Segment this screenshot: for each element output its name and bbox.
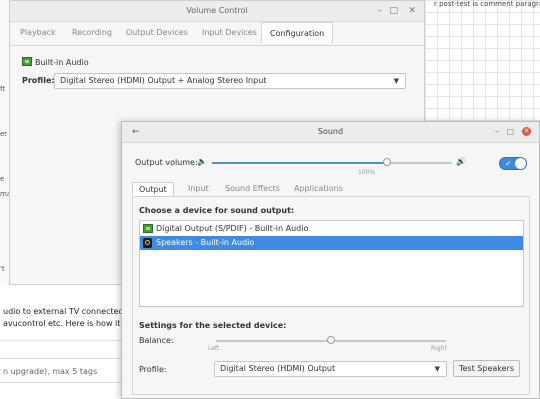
sound-window: ← Sound – □ ✕ Output volume: 🔈 100% 🔊 ✓ … [121,121,540,399]
background-fragment: er [0,130,8,138]
volume-control-titlebar[interactable]: Volume Control – □ ✕ [10,1,424,22]
tab-recording[interactable]: Recording [72,28,112,37]
balance-right-label: Right [431,345,447,352]
sound-title: Sound [317,127,344,136]
list-item[interactable]: Speakers - Built-in Audio [140,236,523,250]
balance-knob[interactable] [327,336,335,344]
background-divider [0,340,125,341]
output-volume-label: Output volume: [135,158,198,167]
sound-titlebar[interactable]: ← Sound – □ ✕ [122,122,539,143]
output-volume-fill [212,162,388,164]
device-profile-label: Profile: [139,365,167,374]
background-page-content: udio to external TV connected v avucontr… [0,285,131,399]
back-arrow-icon[interactable]: ← [132,122,140,142]
audio-card-icon [143,224,153,233]
volume-control-title: Volume Control [186,6,248,15]
minimize-icon[interactable]: – [495,122,499,142]
audio-card-icon [22,57,32,66]
device-profile-value: Digital Stereo (HDMI) Output [220,364,336,373]
speaker-icon [143,238,152,248]
output-panel: Choose a device for sound output: Digita… [132,196,530,395]
tab-applications[interactable]: Applications [294,184,343,193]
card-name: Built-in Audio [35,58,89,67]
profile-select[interactable]: Digital Stereo (HDMI) Output + Analog St… [54,73,406,89]
device-list: Digital Output (S/PDIF) - Built-in Audio… [139,220,524,307]
list-item[interactable]: Digital Output (S/PDIF) - Built-in Audio [140,222,523,236]
background-divider [0,358,125,359]
background-fragment: ft [0,85,6,93]
minimize-icon[interactable]: – [378,1,383,21]
maximize-icon[interactable]: □ [389,1,398,21]
background-divider [0,382,125,383]
device-name: Speakers - Built-in Audio [156,238,255,247]
profile-label: Profile: [22,76,55,85]
background-question-line: avucontrol etc. Here is how it lo [3,319,131,328]
close-icon[interactable]: ✕ [408,1,416,21]
tab-configuration[interactable]: Configuration [261,22,334,44]
volume-high-icon: 🔊 [456,157,466,166]
choose-device-label: Choose a device for sound output: [139,206,295,215]
check-icon: ✓ [505,159,512,168]
balance-left-label: Left [208,345,220,352]
tab-playback[interactable]: Playback [20,28,56,37]
background-fragment: 't [0,265,5,273]
tab-output[interactable]: Output [132,182,174,196]
background-fragment: e [0,175,5,183]
chevron-down-icon: ▼ [393,77,399,85]
tab-output-devices[interactable]: Output Devices [126,28,188,37]
balance-label: Balance: [139,336,174,345]
volume-low-icon: 🔈 [197,157,207,166]
volume-100-mark: 100% [358,169,376,176]
close-icon[interactable]: ✕ [522,127,531,136]
chevron-down-icon: ▼ [434,365,440,373]
background-question-line: udio to external TV connected v [3,307,131,316]
device-profile-select[interactable]: Digital Stereo (HDMI) Output ▼ [214,361,447,377]
tab-sound-effects[interactable]: Sound Effects [225,184,280,193]
profile-select-value: Digital Stereo (HDMI) Output + Analog St… [60,76,267,85]
tab-input[interactable]: Input [188,184,209,193]
background-tags-hint: n upgrade), max 5 tags [3,367,98,376]
background-top-snippet: r post-test is comment paragraphs [434,0,540,8]
device-name: Digital Output (S/PDIF) - Built-in Audio [156,224,309,233]
volume-control-tabs: Playback Recording Output Devices Input … [10,22,424,46]
output-volume-knob[interactable] [383,158,392,166]
toggle-knob [515,158,526,169]
output-toggle[interactable]: ✓ [499,157,527,170]
background-left-strip [0,0,9,290]
maximize-icon[interactable]: □ [506,122,514,142]
test-speakers-button[interactable]: Test Speakers [453,360,520,377]
tab-input-devices[interactable]: Input Devices [202,28,257,37]
settings-label: Settings for the selected device: [139,321,287,330]
